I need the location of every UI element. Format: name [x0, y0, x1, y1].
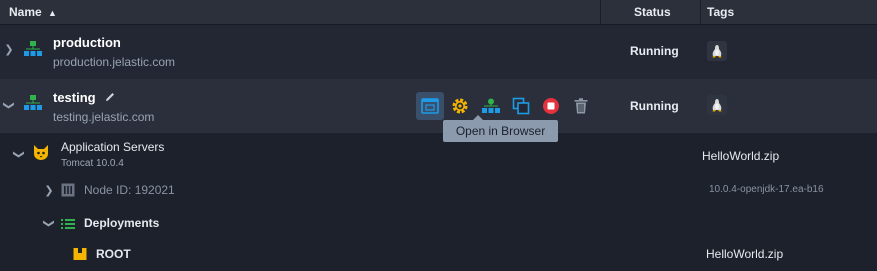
environment-url[interactable]: testing.jelastic.com — [53, 110, 154, 124]
root-tag: HelloWorld.zip — [706, 247, 784, 261]
name-header-label: Name — [9, 5, 42, 19]
clone-icon — [512, 97, 530, 115]
environment-node-tree: ❯ Application Servers Tomcat 10.0.4 Hell… — [0, 133, 877, 271]
node-tag: 10.0.4-openjdk-17.ea-b16 — [709, 184, 824, 195]
delete-icon — [574, 98, 588, 114]
status-text: Running — [630, 44, 679, 58]
clone-button[interactable] — [507, 92, 535, 120]
rename-pencil-icon[interactable] — [104, 90, 116, 108]
tomcat-icon — [32, 143, 50, 166]
node-group-tag: HelloWorld.zip — [702, 149, 780, 163]
environment-name[interactable]: testing — [53, 90, 96, 105]
environment-name[interactable]: production — [53, 35, 121, 50]
node-group-version: Tomcat 10.0.4 — [61, 158, 124, 169]
node-server-icon — [61, 183, 75, 202]
column-name-header[interactable]: Name ▲ — [9, 0, 57, 24]
column-tags-header[interactable]: Tags — [707, 0, 734, 24]
sort-asc-icon: ▲ — [48, 8, 57, 18]
environment-row-production[interactable]: ❯ production production.jelastic.com Run… — [0, 25, 877, 79]
deployments-list-icon — [61, 217, 75, 235]
topology-icon — [482, 98, 500, 113]
settings-icon — [452, 98, 468, 114]
tag-linux-icon — [707, 41, 727, 61]
grid-header: Name ▲ Status Tags — [0, 0, 877, 25]
stop-icon — [543, 98, 559, 114]
delete-button[interactable] — [567, 92, 595, 120]
environment-topology-icon — [24, 41, 42, 62]
chevron-down-icon[interactable]: ❯ — [13, 150, 26, 160]
stop-button[interactable] — [537, 92, 565, 120]
root-context-label[interactable]: ROOT — [96, 247, 131, 261]
tag-linux-icon — [707, 95, 727, 115]
column-status-header[interactable]: Status — [634, 0, 671, 24]
chevron-down-icon[interactable]: ❯ — [3, 101, 16, 111]
chevron-down-icon[interactable]: ❯ — [43, 219, 56, 229]
status-text: Running — [630, 99, 679, 113]
settings-button[interactable] — [446, 92, 474, 120]
node-id-label[interactable]: Node ID: 192021 — [84, 183, 175, 197]
chevron-right-icon[interactable]: ❯ — [4, 43, 14, 56]
deployments-label[interactable]: Deployments — [84, 216, 159, 230]
node-group-label[interactable]: Application Servers — [61, 140, 164, 154]
chevron-right-icon[interactable]: ❯ — [44, 184, 54, 197]
environment-row-testing[interactable]: ❯ testing testing.jelastic.com Running — [0, 79, 877, 133]
open-in-browser-tooltip: Open in Browser — [443, 115, 558, 142]
package-icon — [73, 247, 87, 266]
open-in-browser-button[interactable] — [416, 92, 444, 120]
open-in-browser-icon — [421, 98, 439, 114]
environment-topology-icon — [24, 95, 42, 116]
environment-url[interactable]: production.jelastic.com — [53, 55, 175, 69]
